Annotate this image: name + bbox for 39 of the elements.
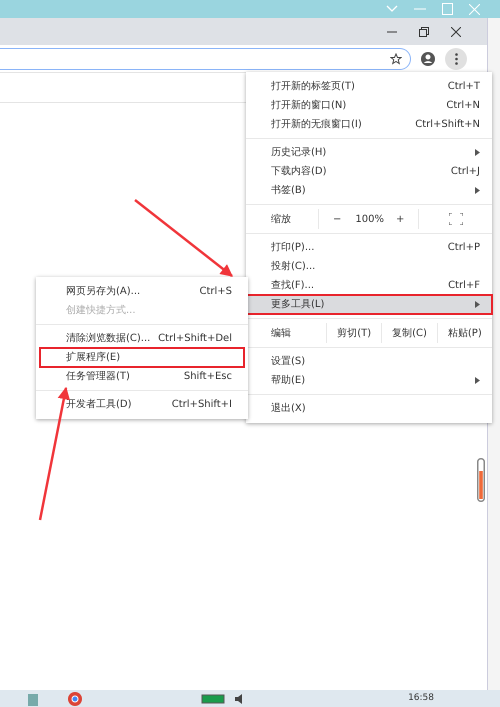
menu-item[interactable]: 打印(P)... Ctrl+P bbox=[246, 238, 492, 257]
account-icon[interactable] bbox=[421, 52, 435, 66]
menu-item[interactable]: 网页另存为(A)... Ctrl+S bbox=[40, 282, 244, 301]
menu-item[interactable]: 任务管理器(T) Shift+Esc bbox=[40, 367, 244, 386]
edit-button[interactable]: 粘贴(P) bbox=[436, 323, 492, 343]
zoom-out-button[interactable]: − bbox=[318, 209, 350, 229]
menu-item[interactable]: 退出(X) bbox=[246, 399, 492, 418]
menu-item[interactable]: 更多工具(L) bbox=[246, 295, 492, 314]
edit-button[interactable]: 剪切(T) bbox=[326, 323, 382, 343]
edit-button[interactable]: 复制(C) bbox=[381, 323, 437, 343]
menu-item[interactable]: 查找(F)... Ctrl+F bbox=[246, 276, 492, 295]
menu-item[interactable]: 清除浏览数据(C)... Ctrl+Shift+Del bbox=[40, 329, 244, 348]
menu-item[interactable]: 下载内容(D) Ctrl+J bbox=[246, 162, 492, 181]
more-icon bbox=[454, 52, 458, 64]
minimize-icon[interactable] bbox=[387, 30, 397, 32]
menu-item[interactable]: 打开新的窗口(N) Ctrl+N bbox=[246, 96, 492, 115]
edit-label: 编辑 bbox=[270, 326, 292, 340]
menu-item[interactable]: 投射(C)... bbox=[246, 257, 492, 276]
star-icon[interactable] bbox=[390, 52, 402, 64]
fullscreen-icon bbox=[448, 213, 463, 225]
battery-icon[interactable] bbox=[200, 694, 226, 704]
menu-item[interactable]: 历史记录(H) bbox=[246, 143, 492, 162]
restore-icon[interactable] bbox=[419, 26, 429, 36]
menu-item[interactable]: 开发者工具(D) Ctrl+Shift+I bbox=[40, 395, 244, 414]
menu-item[interactable]: 帮助(E) bbox=[246, 371, 492, 390]
menu-item[interactable]: 设置(S) bbox=[246, 352, 492, 371]
menu-item[interactable]: 打开新的无痕窗口(I) Ctrl+Shift+N bbox=[246, 115, 492, 134]
clock-time: 16:58 bbox=[408, 692, 434, 705]
menu-item[interactable]: 扩展程序(E) bbox=[40, 348, 244, 367]
zoom-in-button[interactable]: + bbox=[390, 209, 418, 229]
menu-item[interactable]: 书签(B) bbox=[246, 181, 492, 200]
address-field[interactable] bbox=[0, 48, 411, 70]
chrome-icon[interactable] bbox=[68, 692, 82, 706]
zoom-level: 100% bbox=[354, 212, 385, 226]
scrollbar[interactable] bbox=[477, 458, 485, 502]
close-icon[interactable] bbox=[451, 26, 461, 36]
zoom-label: 缩放 bbox=[270, 212, 292, 226]
menu-button[interactable] bbox=[445, 48, 467, 70]
menu-item[interactable]: 打开新的标签页(T) Ctrl+T bbox=[246, 77, 492, 96]
